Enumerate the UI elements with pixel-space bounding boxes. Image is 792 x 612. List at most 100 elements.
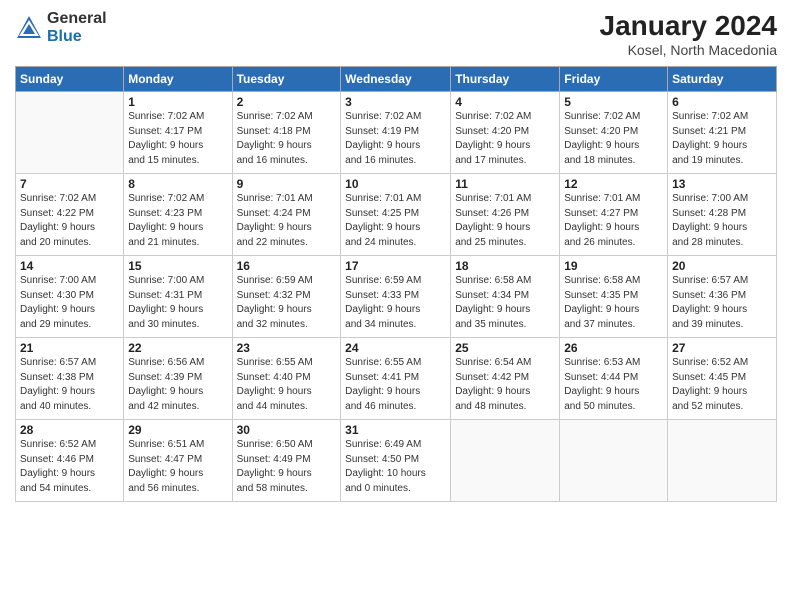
day-number: 15 (128, 259, 227, 273)
day-info: Sunrise: 6:54 AMSunset: 4:42 PMDaylight:… (455, 356, 555, 414)
calendar-cell: 1Sunrise: 7:02 AMSunset: 4:17 PMDaylight… (124, 92, 232, 174)
weekday-header-thursday: Thursday (451, 67, 560, 92)
calendar-cell: 27Sunrise: 6:52 AMSunset: 4:45 PMDayligh… (668, 338, 777, 420)
calendar-cell (560, 420, 668, 502)
calendar-cell: 25Sunrise: 6:54 AMSunset: 4:42 PMDayligh… (451, 338, 560, 420)
day-number: 1 (128, 95, 227, 109)
day-number: 19 (564, 259, 663, 273)
day-number: 23 (237, 341, 337, 355)
calendar-cell: 3Sunrise: 7:02 AMSunset: 4:19 PMDaylight… (341, 92, 451, 174)
calendar-cell (451, 420, 560, 502)
day-info: Sunrise: 6:55 AMSunset: 4:40 PMDaylight:… (237, 356, 337, 414)
day-number: 30 (237, 423, 337, 437)
day-info: Sunrise: 7:00 AMSunset: 4:31 PMDaylight:… (128, 274, 227, 332)
day-number: 13 (672, 177, 772, 191)
day-number: 3 (345, 95, 446, 109)
calendar-cell: 13Sunrise: 7:00 AMSunset: 4:28 PMDayligh… (668, 174, 777, 256)
day-info: Sunrise: 6:58 AMSunset: 4:35 PMDaylight:… (564, 274, 663, 332)
page: General Blue January 2024 Kosel, North M… (0, 0, 792, 612)
calendar-cell: 4Sunrise: 7:02 AMSunset: 4:20 PMDaylight… (451, 92, 560, 174)
day-number: 9 (237, 177, 337, 191)
day-number: 26 (564, 341, 663, 355)
day-info: Sunrise: 6:52 AMSunset: 4:45 PMDaylight:… (672, 356, 772, 414)
calendar-cell: 19Sunrise: 6:58 AMSunset: 4:35 PMDayligh… (560, 256, 668, 338)
day-number: 22 (128, 341, 227, 355)
day-info: Sunrise: 6:59 AMSunset: 4:33 PMDaylight:… (345, 274, 446, 332)
calendar-cell: 18Sunrise: 6:58 AMSunset: 4:34 PMDayligh… (451, 256, 560, 338)
day-number: 18 (455, 259, 555, 273)
day-number: 14 (20, 259, 119, 273)
day-info: Sunrise: 7:02 AMSunset: 4:23 PMDaylight:… (128, 192, 227, 250)
calendar-cell: 11Sunrise: 7:01 AMSunset: 4:26 PMDayligh… (451, 174, 560, 256)
logo-text: General Blue (47, 10, 107, 45)
logo-blue-text: Blue (47, 28, 107, 46)
day-info: Sunrise: 7:02 AMSunset: 4:21 PMDaylight:… (672, 110, 772, 168)
location: Kosel, North Macedonia (600, 42, 777, 58)
calendar-cell: 8Sunrise: 7:02 AMSunset: 4:23 PMDaylight… (124, 174, 232, 256)
calendar-cell: 10Sunrise: 7:01 AMSunset: 4:25 PMDayligh… (341, 174, 451, 256)
week-row-4: 21Sunrise: 6:57 AMSunset: 4:38 PMDayligh… (16, 338, 777, 420)
calendar-cell: 17Sunrise: 6:59 AMSunset: 4:33 PMDayligh… (341, 256, 451, 338)
day-info: Sunrise: 6:59 AMSunset: 4:32 PMDaylight:… (237, 274, 337, 332)
calendar-cell: 20Sunrise: 6:57 AMSunset: 4:36 PMDayligh… (668, 256, 777, 338)
weekday-header-saturday: Saturday (668, 67, 777, 92)
calendar-cell: 2Sunrise: 7:02 AMSunset: 4:18 PMDaylight… (232, 92, 341, 174)
logo: General Blue (15, 10, 107, 45)
week-row-5: 28Sunrise: 6:52 AMSunset: 4:46 PMDayligh… (16, 420, 777, 502)
header: General Blue January 2024 Kosel, North M… (15, 10, 777, 58)
day-number: 27 (672, 341, 772, 355)
day-info: Sunrise: 7:01 AMSunset: 4:27 PMDaylight:… (564, 192, 663, 250)
weekday-header-monday: Monday (124, 67, 232, 92)
calendar-table: SundayMondayTuesdayWednesdayThursdayFrid… (15, 66, 777, 502)
day-number: 17 (345, 259, 446, 273)
day-info: Sunrise: 7:01 AMSunset: 4:24 PMDaylight:… (237, 192, 337, 250)
day-info: Sunrise: 6:56 AMSunset: 4:39 PMDaylight:… (128, 356, 227, 414)
day-info: Sunrise: 6:57 AMSunset: 4:38 PMDaylight:… (20, 356, 119, 414)
day-info: Sunrise: 7:02 AMSunset: 4:20 PMDaylight:… (564, 110, 663, 168)
day-info: Sunrise: 7:00 AMSunset: 4:28 PMDaylight:… (672, 192, 772, 250)
calendar-cell: 5Sunrise: 7:02 AMSunset: 4:20 PMDaylight… (560, 92, 668, 174)
day-number: 20 (672, 259, 772, 273)
day-info: Sunrise: 6:55 AMSunset: 4:41 PMDaylight:… (345, 356, 446, 414)
weekday-header-sunday: Sunday (16, 67, 124, 92)
week-row-3: 14Sunrise: 7:00 AMSunset: 4:30 PMDayligh… (16, 256, 777, 338)
day-number: 8 (128, 177, 227, 191)
day-info: Sunrise: 7:02 AMSunset: 4:22 PMDaylight:… (20, 192, 119, 250)
calendar-cell: 16Sunrise: 6:59 AMSunset: 4:32 PMDayligh… (232, 256, 341, 338)
day-number: 4 (455, 95, 555, 109)
day-info: Sunrise: 6:58 AMSunset: 4:34 PMDaylight:… (455, 274, 555, 332)
calendar-cell: 26Sunrise: 6:53 AMSunset: 4:44 PMDayligh… (560, 338, 668, 420)
calendar-cell: 14Sunrise: 7:00 AMSunset: 4:30 PMDayligh… (16, 256, 124, 338)
day-info: Sunrise: 7:02 AMSunset: 4:18 PMDaylight:… (237, 110, 337, 168)
day-info: Sunrise: 7:02 AMSunset: 4:17 PMDaylight:… (128, 110, 227, 168)
day-info: Sunrise: 6:53 AMSunset: 4:44 PMDaylight:… (564, 356, 663, 414)
day-number: 5 (564, 95, 663, 109)
calendar-cell: 21Sunrise: 6:57 AMSunset: 4:38 PMDayligh… (16, 338, 124, 420)
calendar-cell: 31Sunrise: 6:49 AMSunset: 4:50 PMDayligh… (341, 420, 451, 502)
day-number: 6 (672, 95, 772, 109)
logo-general-text: General (47, 10, 107, 28)
day-info: Sunrise: 7:00 AMSunset: 4:30 PMDaylight:… (20, 274, 119, 332)
day-info: Sunrise: 6:51 AMSunset: 4:47 PMDaylight:… (128, 438, 227, 496)
weekday-header-row: SundayMondayTuesdayWednesdayThursdayFrid… (16, 67, 777, 92)
calendar-cell: 9Sunrise: 7:01 AMSunset: 4:24 PMDaylight… (232, 174, 341, 256)
day-number: 10 (345, 177, 446, 191)
calendar-cell: 15Sunrise: 7:00 AMSunset: 4:31 PMDayligh… (124, 256, 232, 338)
calendar-cell: 12Sunrise: 7:01 AMSunset: 4:27 PMDayligh… (560, 174, 668, 256)
week-row-1: 1Sunrise: 7:02 AMSunset: 4:17 PMDaylight… (16, 92, 777, 174)
day-info: Sunrise: 7:02 AMSunset: 4:19 PMDaylight:… (345, 110, 446, 168)
week-row-2: 7Sunrise: 7:02 AMSunset: 4:22 PMDaylight… (16, 174, 777, 256)
day-number: 12 (564, 177, 663, 191)
day-number: 16 (237, 259, 337, 273)
logo-icon (15, 14, 43, 42)
calendar-cell: 24Sunrise: 6:55 AMSunset: 4:41 PMDayligh… (341, 338, 451, 420)
calendar-cell: 28Sunrise: 6:52 AMSunset: 4:46 PMDayligh… (16, 420, 124, 502)
day-number: 25 (455, 341, 555, 355)
day-number: 7 (20, 177, 119, 191)
weekday-header-wednesday: Wednesday (341, 67, 451, 92)
day-info: Sunrise: 6:50 AMSunset: 4:49 PMDaylight:… (237, 438, 337, 496)
calendar-cell: 22Sunrise: 6:56 AMSunset: 4:39 PMDayligh… (124, 338, 232, 420)
calendar-cell: 23Sunrise: 6:55 AMSunset: 4:40 PMDayligh… (232, 338, 341, 420)
calendar-cell: 30Sunrise: 6:50 AMSunset: 4:49 PMDayligh… (232, 420, 341, 502)
calendar-cell: 6Sunrise: 7:02 AMSunset: 4:21 PMDaylight… (668, 92, 777, 174)
